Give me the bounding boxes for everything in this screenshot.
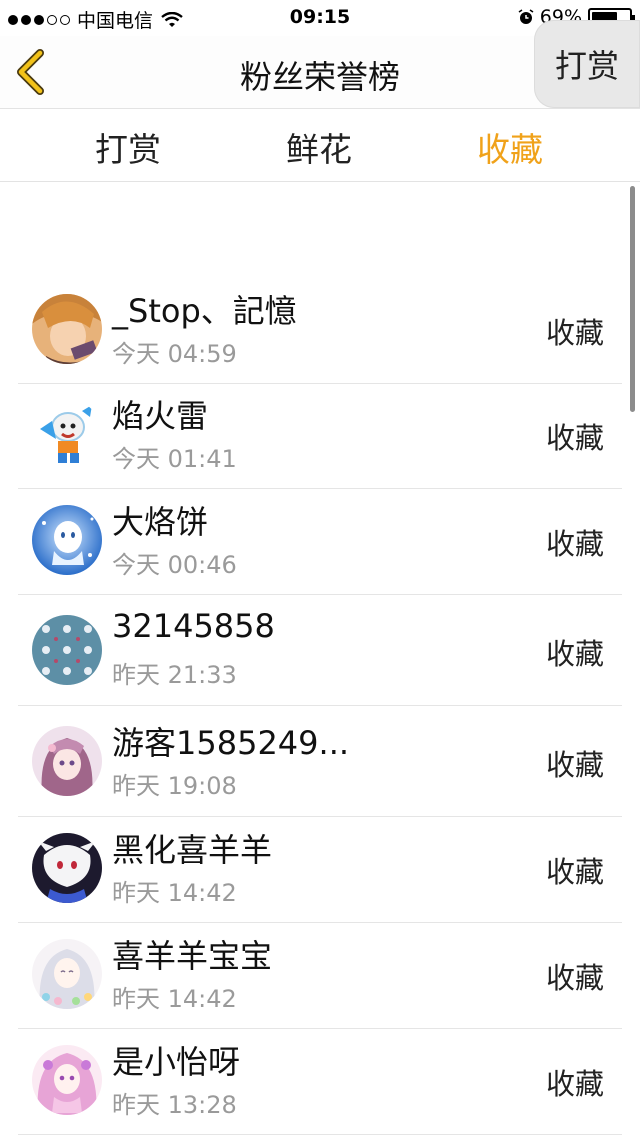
fan-time: 昨天 13:28 <box>112 1091 237 1119</box>
pattern-avatar[interactable] <box>32 615 102 685</box>
fairy-girl-avatar[interactable] <box>32 939 102 1009</box>
fan-action: 收藏 <box>545 637 604 671</box>
fan-action: 收藏 <box>545 421 604 455</box>
fan-name: _Stop、記憶 <box>112 292 297 330</box>
scrollbar[interactable] <box>630 186 635 412</box>
nav-bar: 粉丝荣誉榜 打赏 <box>0 20 640 109</box>
fan-time: 今天 01:41 <box>112 445 237 473</box>
list-item[interactable]: 是小怡呀 昨天 13:28 收藏 <box>18 1029 622 1135</box>
fan-time: 今天 04:59 <box>112 340 237 368</box>
list-item[interactable]: 32145858 昨天 21:33 收藏 <box>18 595 622 706</box>
tip-button[interactable]: 打赏 <box>534 20 640 108</box>
tab-favorites[interactable]: 收藏 <box>440 123 580 171</box>
fan-name: 黑化喜羊羊 <box>112 831 273 869</box>
list-item[interactable]: 游客1585249... 昨天 19:08 收藏 <box>18 706 622 817</box>
fan-action: 收藏 <box>545 527 604 561</box>
fan-action: 收藏 <box>545 1067 604 1101</box>
alarm-clock-icon <box>518 9 534 24</box>
list-item[interactable]: 黑化喜羊羊 昨天 14:42 收藏 <box>18 817 622 923</box>
fan-time: 昨天 14:42 <box>112 985 237 1013</box>
tab-tips[interactable]: 打赏 <box>58 123 198 171</box>
fan-list[interactable]: _Stop、記憶 今天 04:59 收藏 焰火雷 今天 01:41 收藏 大烙饼… <box>0 182 640 1139</box>
fan-action: 收藏 <box>545 748 604 782</box>
fan-action: 收藏 <box>545 961 604 995</box>
fan-name: 喜羊羊宝宝 <box>112 937 273 975</box>
cartoon-goat-avatar[interactable] <box>32 399 102 469</box>
fan-name: 是小怡呀 <box>112 1043 241 1081</box>
list-item[interactable]: 焰火雷 今天 01:41 收藏 <box>18 383 622 489</box>
fan-time: 昨天 19:08 <box>112 772 237 800</box>
tab-flowers[interactable]: 鲜花 <box>249 123 389 171</box>
fan-name: 游客1585249... <box>112 724 350 762</box>
fan-action: 收藏 <box>545 316 604 350</box>
anime-boy-avatar[interactable] <box>32 294 102 364</box>
fan-name: 焰火雷 <box>112 397 209 435</box>
list-item[interactable]: _Stop、記憶 今天 04:59 收藏 <box>18 278 622 384</box>
pink-girl-avatar[interactable] <box>32 1045 102 1115</box>
list-item[interactable]: 大烙饼 今天 00:46 收藏 <box>18 489 622 595</box>
fan-name: 32145858 <box>112 607 275 645</box>
tab-bar: 打赏 鲜花 收藏 <box>0 109 640 182</box>
blue-ghost-avatar[interactable] <box>32 505 102 575</box>
fan-name: 大烙饼 <box>112 503 209 541</box>
fan-time: 昨天 21:33 <box>112 661 237 689</box>
dark-goat-avatar[interactable] <box>32 833 102 903</box>
fan-action: 收藏 <box>545 855 604 889</box>
list-item[interactable]: 喜羊羊宝宝 昨天 14:42 收藏 <box>18 923 622 1029</box>
fan-time: 今天 00:46 <box>112 551 237 579</box>
anime-girl-avatar[interactable] <box>32 726 102 796</box>
fan-time: 昨天 14:42 <box>112 879 237 907</box>
